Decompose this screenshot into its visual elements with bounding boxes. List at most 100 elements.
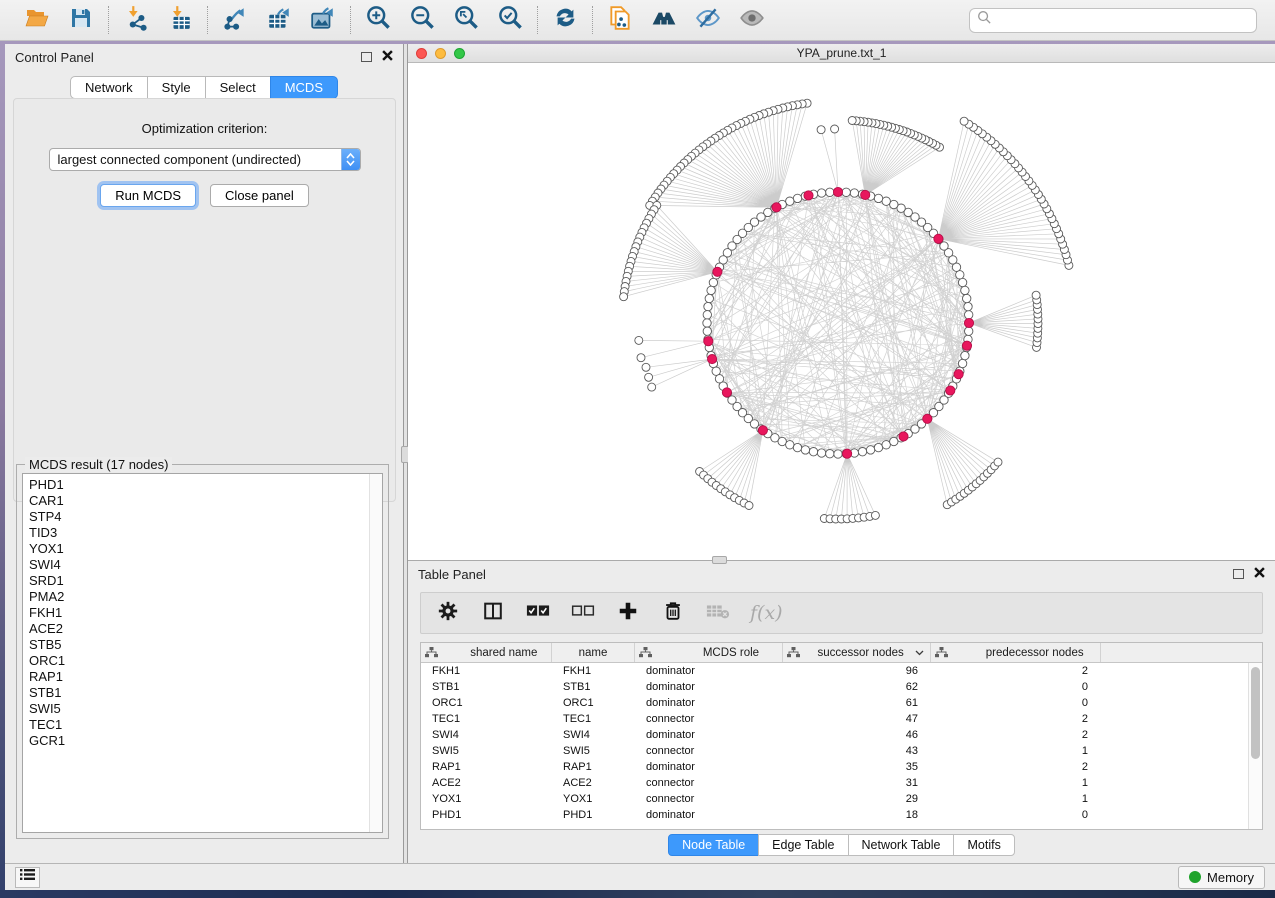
- table-cell[interactable]: ACE2: [421, 777, 552, 789]
- table-cell[interactable]: TEC1: [421, 713, 552, 725]
- mcds-result-item[interactable]: CAR1: [29, 493, 382, 509]
- table-cell[interactable]: SWI5: [421, 745, 552, 757]
- table-cell[interactable]: STB1: [552, 681, 635, 693]
- mcds-result-item[interactable]: YOX1: [29, 541, 382, 557]
- mcds-result-item[interactable]: FKH1: [29, 605, 382, 621]
- table-cell[interactable]: YOX1: [552, 793, 635, 805]
- table-cell[interactable]: 0: [931, 681, 1101, 693]
- table-cell[interactable]: SWI4: [421, 729, 552, 741]
- tab-network[interactable]: Network: [70, 76, 148, 99]
- function-builder-button[interactable]: f(x): [750, 600, 783, 626]
- table-cell[interactable]: 1: [931, 745, 1101, 757]
- table-cell[interactable]: dominator: [635, 697, 783, 709]
- search-input[interactable]: [992, 13, 1249, 27]
- show-columns-button[interactable]: [480, 600, 506, 626]
- refresh-view-button[interactable]: [550, 5, 580, 35]
- table-row[interactable]: TEC1TEC1connector472: [421, 711, 1248, 727]
- close-table-panel-icon[interactable]: [1254, 565, 1265, 583]
- mcds-result-item[interactable]: ACE2: [29, 621, 382, 637]
- table-cell[interactable]: dominator: [635, 729, 783, 741]
- table-cell[interactable]: 46: [783, 729, 931, 741]
- tab-select[interactable]: Select: [205, 76, 271, 99]
- tab-node-table[interactable]: Node Table: [668, 834, 759, 856]
- table-row[interactable]: SWI4SWI4dominator462: [421, 727, 1248, 743]
- table-cell[interactable]: 43: [783, 745, 931, 757]
- column-header-name[interactable]: name: [552, 643, 635, 662]
- horizontal-splitter-handle[interactable]: [712, 556, 727, 564]
- save-session-button[interactable]: [66, 5, 96, 35]
- export-table-button[interactable]: [264, 5, 294, 35]
- export-image-button[interactable]: [308, 5, 338, 35]
- close-panel-icon[interactable]: [382, 48, 393, 66]
- table-cell[interactable]: connector: [635, 713, 783, 725]
- mcds-result-item[interactable]: STB1: [29, 685, 382, 701]
- table-cell[interactable]: PHD1: [552, 809, 635, 821]
- search-network-button[interactable]: [649, 5, 679, 35]
- table-cell[interactable]: 2: [931, 729, 1101, 741]
- table-cell[interactable]: ORC1: [421, 697, 552, 709]
- hide-panels-button[interactable]: [693, 5, 723, 35]
- delete-table-button[interactable]: [705, 600, 731, 626]
- open-file-button[interactable]: [22, 5, 52, 35]
- zoom-out-button[interactable]: [407, 5, 437, 35]
- mcds-result-item[interactable]: SRD1: [29, 573, 382, 589]
- table-cell[interactable]: 62: [783, 681, 931, 693]
- zoom-in-button[interactable]: [363, 5, 393, 35]
- tab-edge-table[interactable]: Edge Table: [758, 834, 848, 856]
- mcds-result-item[interactable]: STB5: [29, 637, 382, 653]
- table-cell[interactable]: 2: [931, 713, 1101, 725]
- mcds-result-item[interactable]: PHD1: [29, 477, 382, 493]
- table-cell[interactable]: dominator: [635, 681, 783, 693]
- mcds-result-item[interactable]: PMA2: [29, 589, 382, 605]
- table-row[interactable]: RAP1RAP1dominator352: [421, 759, 1248, 775]
- table-cell[interactable]: 2: [931, 665, 1101, 677]
- table-cell[interactable]: TEC1: [552, 713, 635, 725]
- table-scrollbar-thumb[interactable]: [1251, 667, 1260, 759]
- table-cell[interactable]: RAP1: [421, 761, 552, 773]
- node-table[interactable]: shared namenameMCDS rolesuccessor nodesp…: [420, 642, 1263, 830]
- clone-network-button[interactable]: [605, 5, 635, 35]
- column-header-shared-name[interactable]: shared name: [421, 643, 552, 662]
- mcds-result-item[interactable]: TEC1: [29, 717, 382, 733]
- mcds-list-scrollbar[interactable]: [369, 474, 382, 832]
- table-cell[interactable]: 1: [931, 777, 1101, 789]
- table-row[interactable]: STB1STB1dominator620: [421, 679, 1248, 695]
- mcds-result-item[interactable]: SWI5: [29, 701, 382, 717]
- float-table-panel-icon[interactable]: [1233, 569, 1244, 579]
- table-cell[interactable]: connector: [635, 745, 783, 757]
- search-box[interactable]: [969, 8, 1257, 33]
- table-cell[interactable]: 47: [783, 713, 931, 725]
- tab-style[interactable]: Style: [147, 76, 206, 99]
- table-cell[interactable]: YOX1: [421, 793, 552, 805]
- table-row[interactable]: YOX1YOX1connector291: [421, 791, 1248, 807]
- mcds-result-listbox[interactable]: PHD1CAR1STP4TID3YOX1SWI4SRD1PMA2FKH1ACE2…: [22, 473, 383, 833]
- table-cell[interactable]: dominator: [635, 809, 783, 821]
- mcds-result-item[interactable]: SWI4: [29, 557, 382, 573]
- mcds-result-item[interactable]: STP4: [29, 509, 382, 525]
- table-cell[interactable]: 35: [783, 761, 931, 773]
- export-network-button[interactable]: [220, 5, 250, 35]
- table-cell[interactable]: PHD1: [421, 809, 552, 821]
- table-row[interactable]: SWI5SWI5connector431: [421, 743, 1248, 759]
- table-row[interactable]: FKH1FKH1dominator962: [421, 663, 1248, 679]
- criterion-select[interactable]: largest connected component (undirected): [49, 148, 361, 171]
- table-cell[interactable]: SWI4: [552, 729, 635, 741]
- table-cell[interactable]: 61: [783, 697, 931, 709]
- float-panel-icon[interactable]: [361, 52, 372, 62]
- column-header-successor-nodes[interactable]: successor nodes: [783, 643, 931, 662]
- show-panels-button[interactable]: [737, 5, 767, 35]
- network-canvas[interactable]: [408, 63, 1275, 560]
- deselect-all-rows-button[interactable]: [570, 600, 596, 626]
- mcds-result-item[interactable]: GCR1: [29, 733, 382, 749]
- table-cell[interactable]: 96: [783, 665, 931, 677]
- tab-network-table[interactable]: Network Table: [848, 834, 955, 856]
- table-cell[interactable]: 0: [931, 697, 1101, 709]
- memory-button[interactable]: Memory: [1178, 866, 1265, 889]
- table-cell[interactable]: 31: [783, 777, 931, 789]
- table-cell[interactable]: connector: [635, 793, 783, 805]
- table-cell[interactable]: SWI5: [552, 745, 635, 757]
- column-header-MCDS-role[interactable]: MCDS role: [635, 643, 783, 662]
- table-cell[interactable]: 29: [783, 793, 931, 805]
- table-cell[interactable]: 0: [931, 809, 1101, 821]
- column-header-predecessor-nodes[interactable]: predecessor nodes: [931, 643, 1101, 662]
